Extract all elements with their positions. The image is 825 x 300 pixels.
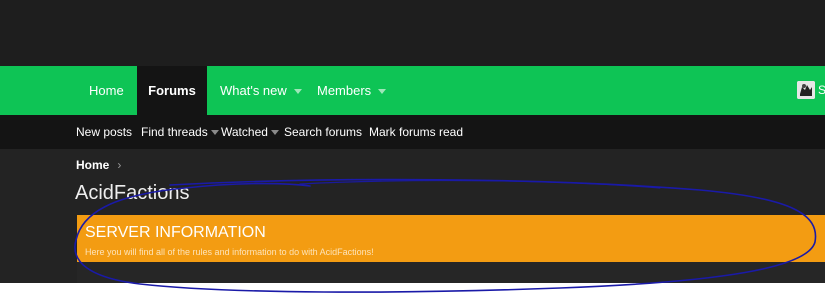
page-title: AcidFactions	[75, 182, 190, 204]
nav-whats-new-label: What's new	[220, 83, 287, 98]
chevron-down-icon[interactable]	[210, 130, 219, 136]
forum-category-header[interactable]: SERVER INFORMATION Here you will find al…	[77, 215, 825, 262]
breadcrumb-separator-icon: ›	[117, 158, 122, 172]
nav-whats-new[interactable]: What's new	[220, 66, 302, 115]
nav-members-label: Members	[317, 83, 372, 98]
subnav-search-forums-label: Search forums	[284, 125, 363, 139]
breadcrumb: Home ›	[76, 157, 121, 173]
subnav-find-threads[interactable]: Find threads	[141, 115, 219, 149]
nav-home-label: Home	[89, 83, 124, 98]
subnav-find-threads-label: Find threads	[141, 125, 208, 139]
chevron-down-icon[interactable]	[270, 130, 279, 136]
category-description: Here you will find all of the rules and …	[85, 247, 374, 257]
sub-nav: New posts Find threads Watched Search fo…	[0, 115, 825, 149]
subnav-watched[interactable]: Watched	[221, 115, 279, 149]
nav-home[interactable]: Home	[89, 66, 124, 115]
nav-members[interactable]: Members	[317, 66, 387, 115]
subnav-new-posts[interactable]: New posts	[76, 115, 132, 149]
user-avatar[interactable]	[797, 81, 815, 99]
main-nav: Home Forums What's new Members	[0, 66, 825, 115]
category-title[interactable]: SERVER INFORMATION	[85, 223, 266, 243]
nav-forums[interactable]: Forums	[137, 66, 207, 115]
category-body	[77, 262, 825, 283]
subnav-mark-forums-read[interactable]: Mark forums read	[369, 115, 463, 149]
user-name-initial[interactable]: S	[818, 81, 825, 99]
top-header	[0, 0, 825, 66]
subnav-watched-label: Watched	[221, 125, 268, 139]
subnav-search-forums[interactable]: Search forums	[284, 115, 362, 149]
nav-forums-label: Forums	[148, 83, 196, 98]
subnav-new-posts-label: New posts	[76, 125, 133, 139]
avatar-image-icon	[797, 81, 815, 99]
subnav-mark-forums-read-label: Mark forums read	[369, 125, 464, 139]
chevron-down-icon[interactable]	[378, 89, 387, 95]
forum-page: Home Forums What's new Members S New pos…	[0, 0, 825, 283]
chevron-down-icon[interactable]	[293, 89, 302, 95]
breadcrumb-home[interactable]: Home	[76, 158, 109, 172]
